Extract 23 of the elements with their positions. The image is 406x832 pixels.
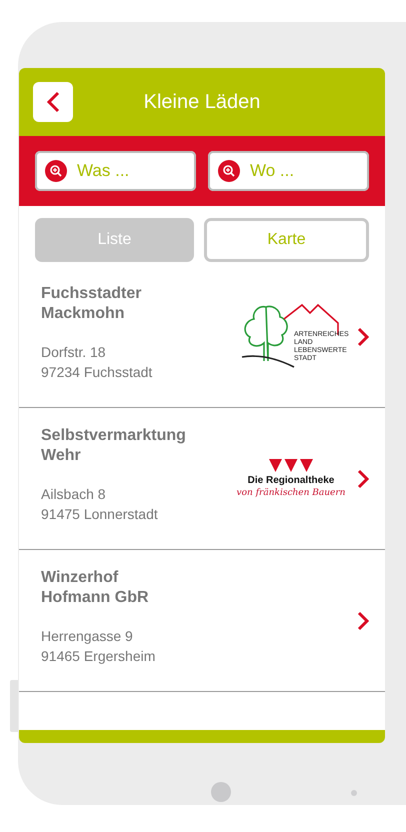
triangles-icon — [269, 459, 313, 473]
shop-street: Herrengasse 9 — [41, 627, 134, 646]
search-icon — [218, 160, 240, 182]
shop-city: 97234 Fuchsstadt — [41, 363, 154, 382]
chevron-right-icon[interactable] — [357, 468, 369, 488]
screen-title: Kleine Läden — [142, 90, 262, 114]
shop-city: 91475 Lonnerstadt — [41, 505, 159, 524]
search-icon — [45, 160, 67, 182]
logo-text: von fränkischen Bauern — [236, 488, 346, 498]
shop-name: Selbstvermarktung Wehr — [41, 426, 187, 466]
view-tab[interactable]: Karte — [204, 218, 369, 262]
chevron-right-icon[interactable] — [357, 610, 369, 630]
chevron-left-icon — [46, 91, 60, 113]
shop-name: Fuchsstadter Mackmohn — [41, 284, 142, 324]
shop-name: Winzerhof Hofmann GbR — [41, 568, 150, 608]
search-field[interactable]: Wo ... — [208, 151, 369, 191]
search-field[interactable]: Was ... — [35, 151, 196, 191]
back-button[interactable] — [33, 82, 73, 122]
shop-street: Ailsbach 8 — [41, 485, 107, 504]
shop-street: Dorfstr. 18 — [41, 343, 107, 362]
chevron-right-icon[interactable] — [357, 326, 369, 346]
shop-city: 91465 Ergersheim — [41, 647, 156, 666]
logo-text: Die Regionaltheke — [248, 475, 334, 486]
